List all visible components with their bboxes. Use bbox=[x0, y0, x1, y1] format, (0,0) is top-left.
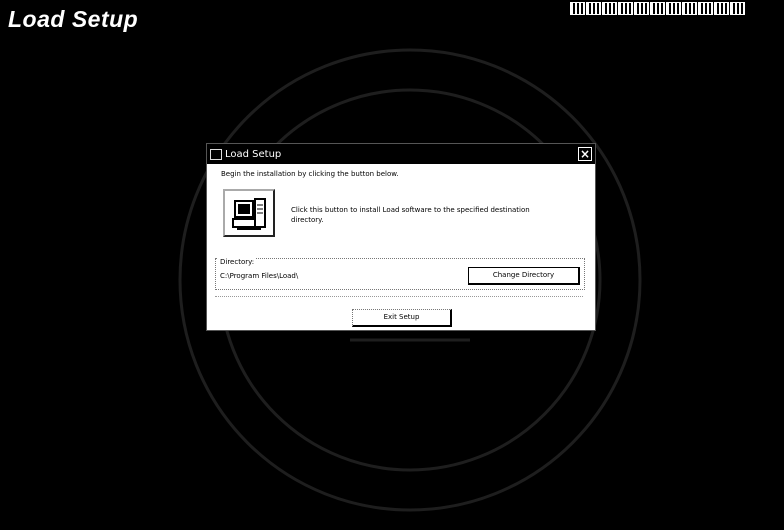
tray-icon[interactable] bbox=[698, 2, 713, 15]
setup-app-icon bbox=[210, 148, 222, 160]
tray-icon[interactable] bbox=[634, 2, 649, 15]
directory-label: Directory: bbox=[218, 258, 257, 266]
change-directory-button[interactable]: Change Directory bbox=[468, 267, 580, 285]
directory-group: Directory: C:\Program Files\Load\ Change… bbox=[215, 258, 585, 290]
setup-dialog: Load Setup × Begin the installation by c… bbox=[206, 143, 596, 331]
intro-text: Begin the installation by clicking the b… bbox=[221, 170, 399, 178]
tray-icon[interactable] bbox=[602, 2, 617, 15]
separator bbox=[215, 296, 583, 297]
tray-icon[interactable] bbox=[730, 2, 745, 15]
close-button[interactable]: × bbox=[578, 147, 592, 161]
dialog-title: Load Setup bbox=[225, 148, 282, 160]
dialog-titlebar[interactable]: Load Setup × bbox=[207, 144, 595, 164]
tray-icon[interactable] bbox=[618, 2, 633, 15]
tray-icon[interactable] bbox=[682, 2, 697, 15]
tray-icon[interactable] bbox=[650, 2, 665, 15]
exit-setup-button[interactable]: Exit Setup bbox=[352, 309, 452, 327]
tray-icon[interactable] bbox=[714, 2, 729, 15]
computer-setup-icon bbox=[232, 198, 266, 230]
install-description: Click this button to install Load softwa… bbox=[291, 206, 530, 224]
tray-icon[interactable] bbox=[586, 2, 601, 15]
close-icon: × bbox=[579, 147, 591, 161]
screen-title: Load Setup bbox=[8, 6, 139, 32]
install-button[interactable] bbox=[223, 189, 275, 237]
directory-path: C:\Program Files\Load\ bbox=[220, 272, 299, 280]
tray-icon[interactable] bbox=[666, 2, 681, 15]
system-tray bbox=[570, 2, 745, 15]
tray-icon[interactable] bbox=[570, 2, 585, 15]
